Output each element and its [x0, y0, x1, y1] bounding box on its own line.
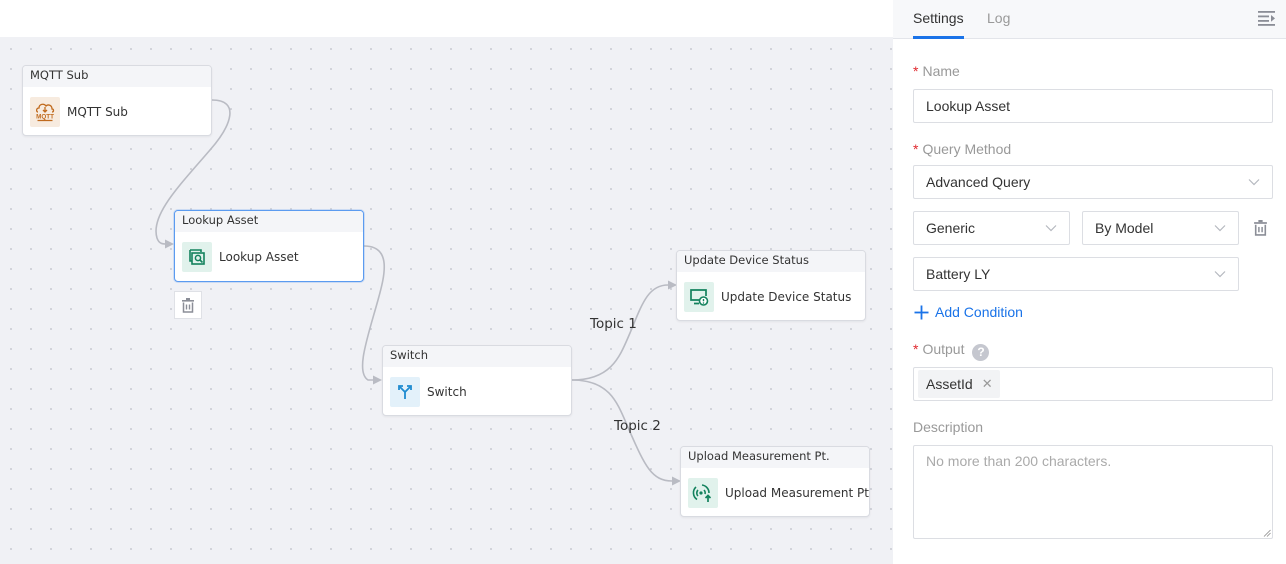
node-update-device-status[interactable]: Update Device Status Update Device Statu…	[676, 250, 866, 321]
trash-icon	[1253, 220, 1267, 236]
description-label: Description	[913, 419, 984, 435]
query-method-label: * Query Method	[913, 141, 1012, 157]
edge-label-topic-1[interactable]: Topic 1	[590, 316, 637, 332]
node-title: Upload Measurement Pt.	[681, 447, 869, 468]
required-marker: *	[913, 341, 919, 357]
name-input[interactable]: Lookup Asset	[913, 89, 1273, 123]
required-marker: *	[913, 141, 919, 157]
chevron-down-icon	[1045, 225, 1057, 232]
description-placeholder: No more than 200 characters.	[926, 453, 1112, 469]
add-condition-label: Add Condition	[935, 304, 1023, 320]
condition-type-value: By Model	[1095, 220, 1154, 236]
branch-split-icon	[390, 376, 420, 407]
add-condition-button[interactable]: Add Condition	[914, 304, 1023, 320]
chevron-down-icon	[1248, 179, 1260, 186]
help-icon[interactable]: ?	[972, 344, 990, 361]
node-upload-measurement[interactable]: Upload Measurement Pt. Upload Measuremen…	[680, 446, 870, 517]
query-method-value: Advanced Query	[926, 174, 1031, 190]
node-lookup-asset[interactable]: Lookup Asset Lookup Asset	[174, 210, 364, 282]
required-marker: *	[913, 63, 919, 79]
name-label: * Name	[913, 63, 960, 79]
mqtt-cloud-download-icon: MQTT	[30, 96, 60, 127]
node-title: Update Device Status	[677, 251, 865, 272]
node-label: Switch	[427, 384, 467, 399]
asset-search-icon	[182, 241, 212, 272]
output-label: * Output?	[913, 341, 990, 361]
signal-upload-icon	[688, 477, 718, 508]
chevron-down-icon	[1214, 271, 1226, 278]
trash-icon	[182, 297, 194, 313]
node-mqtt-sub[interactable]: MQTT Sub MQTT MQTT Sub	[22, 65, 212, 136]
description-textarea[interactable]: No more than 200 characters.	[913, 445, 1273, 539]
condition-value: Battery LY	[926, 266, 991, 282]
node-switch[interactable]: Switch Switch	[382, 345, 572, 416]
condition-category-select[interactable]: Generic	[913, 211, 1070, 245]
svg-text:MQTT: MQTT	[36, 113, 54, 120]
output-tag-label: AssetId	[926, 376, 973, 392]
delete-condition-button[interactable]	[1251, 218, 1269, 238]
node-label: Upload Measurement Pt.	[725, 485, 870, 500]
node-title: Switch	[383, 346, 571, 367]
node-title: Lookup Asset	[175, 211, 363, 232]
node-title: MQTT Sub	[23, 66, 211, 87]
tab-settings[interactable]: Settings	[913, 10, 964, 39]
tab-log[interactable]: Log	[987, 10, 1010, 39]
output-tag: AssetId ✕	[918, 370, 1000, 398]
node-settings-panel: Settings Log * Name Lookup Asset * Query M…	[893, 0, 1286, 564]
collapse-panel-icon[interactable]	[1258, 10, 1276, 26]
remove-tag-icon[interactable]: ✕	[982, 376, 993, 392]
delete-node-button[interactable]	[174, 291, 202, 319]
output-tag-input[interactable]: AssetId ✕	[913, 367, 1273, 401]
node-label: Update Device Status	[721, 289, 852, 304]
node-label: Lookup Asset	[219, 249, 299, 264]
name-input-value: Lookup Asset	[926, 98, 1011, 114]
query-method-select[interactable]: Advanced Query	[913, 165, 1273, 199]
canvas-toolbar-area	[0, 0, 893, 37]
plus-icon	[914, 305, 929, 319]
device-status-monitor-icon	[684, 281, 714, 312]
node-label: MQTT Sub	[67, 104, 128, 119]
condition-value-select[interactable]: Battery LY	[913, 257, 1239, 291]
condition-category-value: Generic	[926, 220, 976, 236]
panel-header: Settings Log	[893, 0, 1286, 39]
edge-label-topic-2[interactable]: Topic 2	[614, 418, 661, 434]
resize-handle-icon[interactable]	[1263, 529, 1271, 537]
condition-type-select[interactable]: By Model	[1082, 211, 1239, 245]
chevron-down-icon	[1214, 225, 1226, 232]
